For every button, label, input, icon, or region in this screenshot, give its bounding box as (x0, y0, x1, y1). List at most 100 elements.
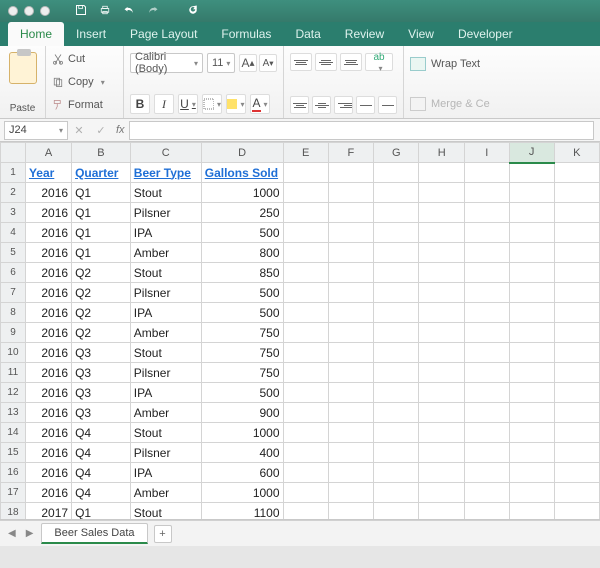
cell[interactable]: 2016 (25, 263, 71, 283)
borders-button[interactable]: ▾ (202, 94, 222, 114)
cell[interactable] (328, 403, 373, 423)
tab-insert[interactable]: Insert (64, 22, 118, 46)
cell[interactable]: 750 (201, 343, 283, 363)
cell[interactable] (374, 343, 419, 363)
cell[interactable]: IPA (130, 463, 201, 483)
cell[interactable]: 2016 (25, 183, 71, 203)
cell[interactable] (419, 243, 464, 263)
column-header-J[interactable]: J (509, 143, 554, 163)
cell[interactable] (328, 463, 373, 483)
cell[interactable] (554, 323, 599, 343)
cell[interactable]: 250 (201, 203, 283, 223)
cell[interactable]: 750 (201, 323, 283, 343)
row-header[interactable]: 1 (1, 163, 26, 183)
cell[interactable]: Beer Type (130, 163, 201, 183)
cell[interactable]: 500 (201, 223, 283, 243)
cell[interactable] (283, 363, 328, 383)
cell[interactable]: 900 (201, 403, 283, 423)
cell[interactable] (374, 303, 419, 323)
cell[interactable] (464, 243, 509, 263)
cell[interactable] (554, 243, 599, 263)
name-box[interactable]: J24▾ (4, 121, 68, 140)
format-painter-button[interactable]: Format (52, 96, 117, 114)
row-header[interactable]: 3 (1, 203, 26, 223)
cell[interactable]: 2016 (25, 323, 71, 343)
cell[interactable]: Gallons Sold (201, 163, 283, 183)
cell[interactable] (283, 503, 328, 521)
column-header-G[interactable]: G (374, 143, 419, 163)
cell[interactable] (374, 283, 419, 303)
cell[interactable] (554, 283, 599, 303)
font-size-combo[interactable]: 11▾ (207, 53, 235, 73)
cell[interactable] (554, 423, 599, 443)
column-header-F[interactable]: F (328, 143, 373, 163)
cell[interactable] (464, 423, 509, 443)
cell[interactable] (554, 503, 599, 521)
cell[interactable] (328, 183, 373, 203)
cell[interactable]: 1000 (201, 183, 283, 203)
tab-developer[interactable]: Developer (446, 22, 525, 46)
cell[interactable]: Q1 (72, 183, 131, 203)
cell[interactable]: 750 (201, 363, 283, 383)
cell[interactable]: IPA (130, 223, 201, 243)
cell[interactable] (419, 363, 464, 383)
cell[interactable] (509, 323, 554, 343)
cell[interactable] (419, 503, 464, 521)
cell[interactable]: 500 (201, 283, 283, 303)
cell[interactable] (374, 203, 419, 223)
shrink-font-button[interactable]: A▾ (259, 54, 277, 72)
cell[interactable] (464, 483, 509, 503)
cell[interactable] (464, 183, 509, 203)
refresh-icon[interactable] (184, 4, 202, 19)
tab-formulas[interactable]: Formulas (209, 22, 283, 46)
row-header[interactable]: 2 (1, 183, 26, 203)
cell[interactable] (419, 283, 464, 303)
cell[interactable] (328, 243, 373, 263)
row-header[interactable]: 4 (1, 223, 26, 243)
row-header[interactable]: 14 (1, 423, 26, 443)
bold-button[interactable]: B (130, 94, 150, 114)
cell[interactable] (554, 383, 599, 403)
grow-font-button[interactable]: A▴ (239, 54, 257, 72)
cell[interactable] (509, 303, 554, 323)
cell[interactable]: Pilsner (130, 203, 201, 223)
cell[interactable]: 2016 (25, 283, 71, 303)
cell[interactable] (509, 203, 554, 223)
column-header-C[interactable]: C (130, 143, 201, 163)
cell[interactable] (328, 163, 373, 183)
cell[interactable] (328, 423, 373, 443)
cell[interactable] (374, 403, 419, 423)
cell[interactable] (554, 363, 599, 383)
underline-button[interactable]: U▾ (178, 94, 198, 114)
cell[interactable] (419, 323, 464, 343)
cell[interactable]: Q2 (72, 303, 131, 323)
cell[interactable] (509, 243, 554, 263)
cell[interactable]: Stout (130, 343, 201, 363)
row-header[interactable]: 8 (1, 303, 26, 323)
cell[interactable]: Q3 (72, 383, 131, 403)
cell[interactable] (464, 263, 509, 283)
cell[interactable] (283, 463, 328, 483)
cell[interactable] (283, 283, 328, 303)
cell[interactable] (328, 323, 373, 343)
row-header[interactable]: 7 (1, 283, 26, 303)
cell[interactable] (374, 463, 419, 483)
undo-icon[interactable] (120, 4, 138, 19)
cell[interactable] (554, 223, 599, 243)
cell[interactable] (328, 383, 373, 403)
cell[interactable]: 800 (201, 243, 283, 263)
italic-button[interactable]: I (154, 94, 174, 114)
cell[interactable] (283, 263, 328, 283)
row-header[interactable]: 10 (1, 343, 26, 363)
cell[interactable] (464, 383, 509, 403)
cell[interactable]: Amber (130, 243, 201, 263)
cell[interactable] (554, 263, 599, 283)
column-header-A[interactable]: A (25, 143, 71, 163)
paste-icon[interactable] (9, 52, 37, 84)
cell[interactable] (328, 283, 373, 303)
column-header-D[interactable]: D (201, 143, 283, 163)
window-min-dot[interactable] (24, 6, 34, 16)
cell[interactable] (283, 183, 328, 203)
cell[interactable] (283, 383, 328, 403)
cell[interactable] (374, 423, 419, 443)
